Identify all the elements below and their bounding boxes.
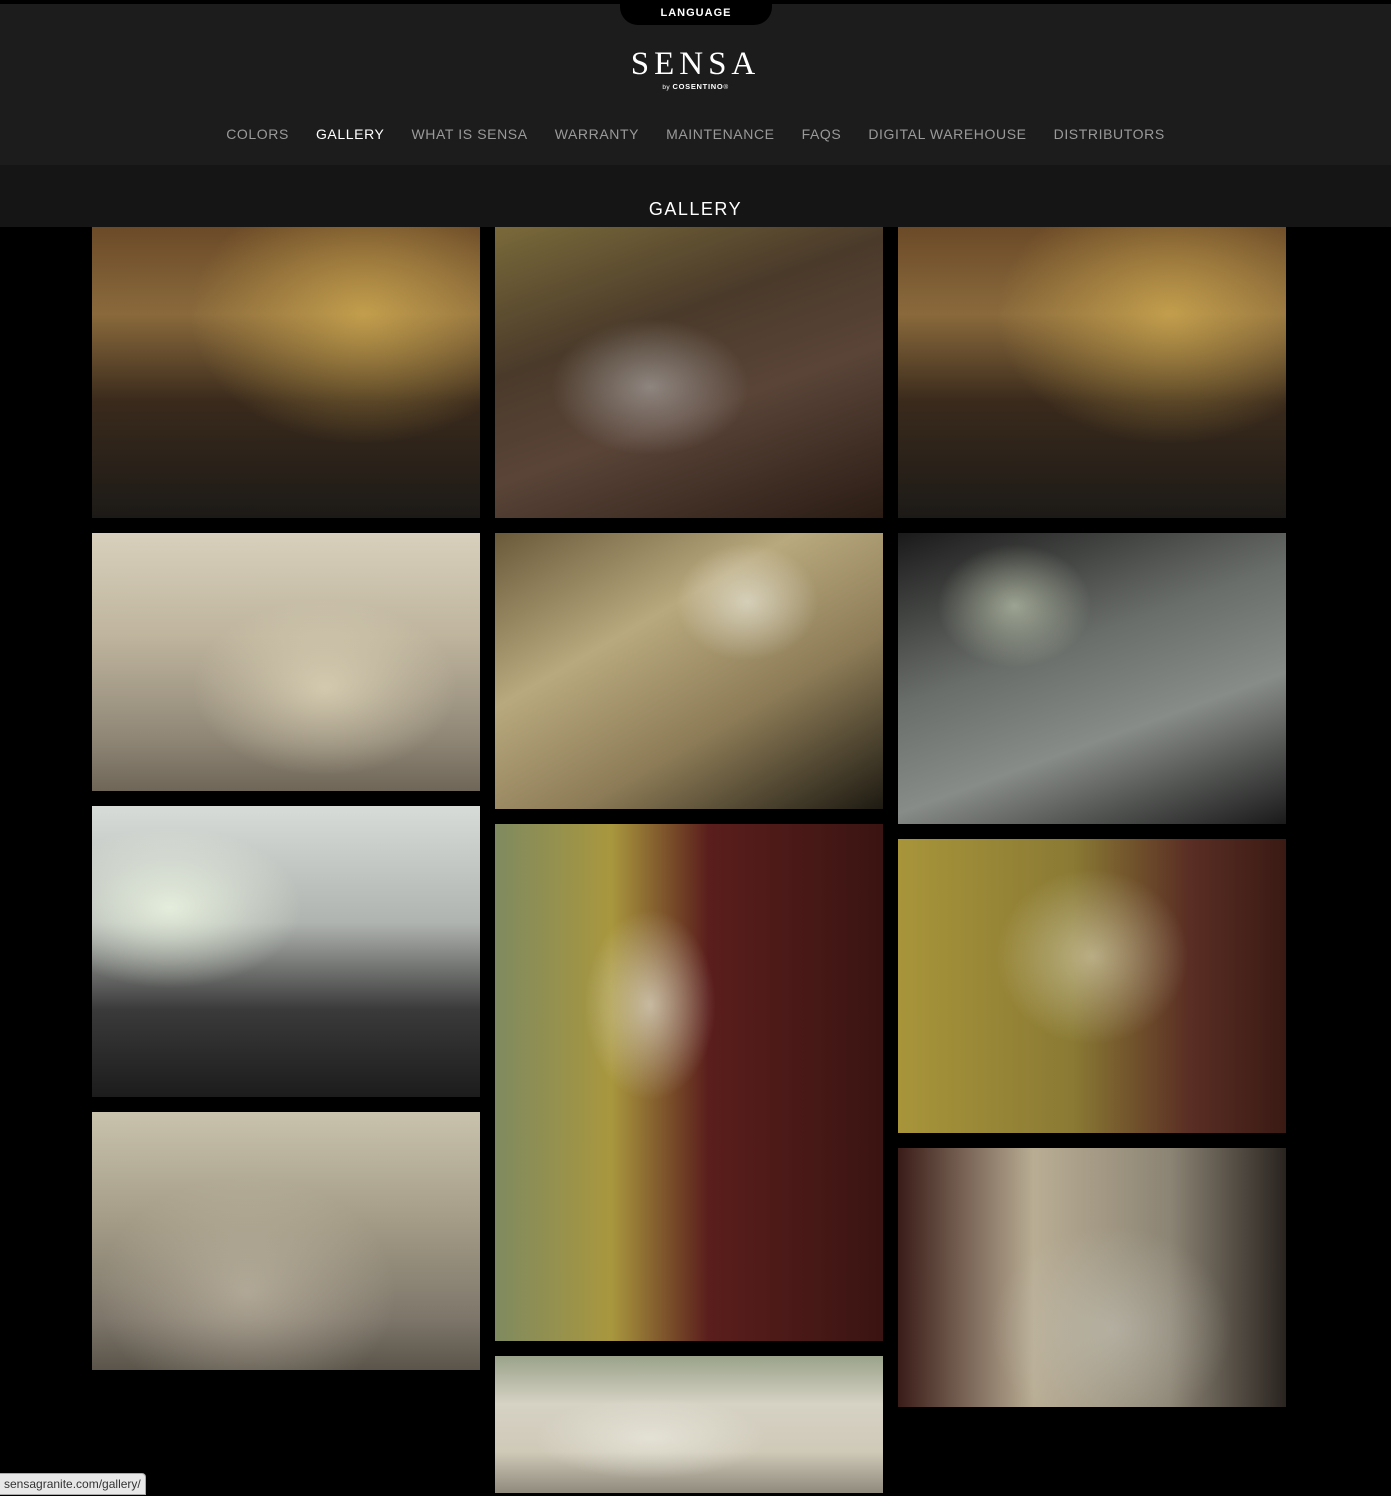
gallery-image-kitchen-pendant-lights[interactable] (898, 1148, 1286, 1407)
gallery-image-white-kitchen-island[interactable] (92, 533, 480, 791)
gallery-image-windowsill-vase-plant[interactable] (495, 1356, 883, 1493)
nav-warranty[interactable]: WARRANTY (555, 126, 639, 142)
gallery-image-martini-glasses-granite-edge[interactable] (898, 533, 1286, 824)
gallery-image-dessert-cups-granite-edge[interactable] (495, 533, 883, 809)
gallery-image-bathroom-vanity-closeup[interactable] (495, 824, 883, 1341)
gallery-image-modern-kitchen-island[interactable] (92, 806, 480, 1097)
gallery-image-bathroom-yellow-walls[interactable] (898, 839, 1286, 1133)
main-nav: COLORS GALLERY WHAT IS SENSA WARRANTY MA… (0, 126, 1391, 142)
logo-byline: by COSENTINO® (662, 82, 729, 91)
site-header: LANGUAGE SENSA by COSENTINO® COLORS GALL… (0, 0, 1391, 165)
sensa-logo[interactable]: SENSA by COSENTINO® (0, 46, 1391, 91)
gallery-image-kitchen-dark-wood-range-hood[interactable] (92, 227, 480, 518)
nav-gallery[interactable]: GALLERY (316, 126, 385, 142)
nav-digital-warehouse[interactable]: DIGITAL WAREHOUSE (868, 126, 1026, 142)
nav-faqs[interactable]: FAQS (802, 126, 842, 142)
gallery-image-kitchen-fruit-bowl-island[interactable] (92, 1112, 480, 1370)
language-selector[interactable]: LANGUAGE (620, 4, 772, 25)
browser-status-url: sensagranite.com/gallery/ (0, 1473, 146, 1495)
nav-distributors[interactable]: DISTRIBUTORS (1054, 126, 1165, 142)
page-title: GALLERY (648, 199, 743, 219)
gallery-image-kitchen-dark-wood-range-hood-2[interactable] (898, 227, 1286, 518)
nav-maintenance[interactable]: MAINTENANCE (666, 126, 775, 142)
nav-colors[interactable]: COLORS (226, 126, 289, 142)
logo-wordmark: SENSA (630, 46, 761, 82)
nav-what-is-sensa[interactable]: WHAT IS SENSA (411, 126, 527, 142)
gallery-image-granite-sink-corner-closeup[interactable] (495, 227, 883, 518)
